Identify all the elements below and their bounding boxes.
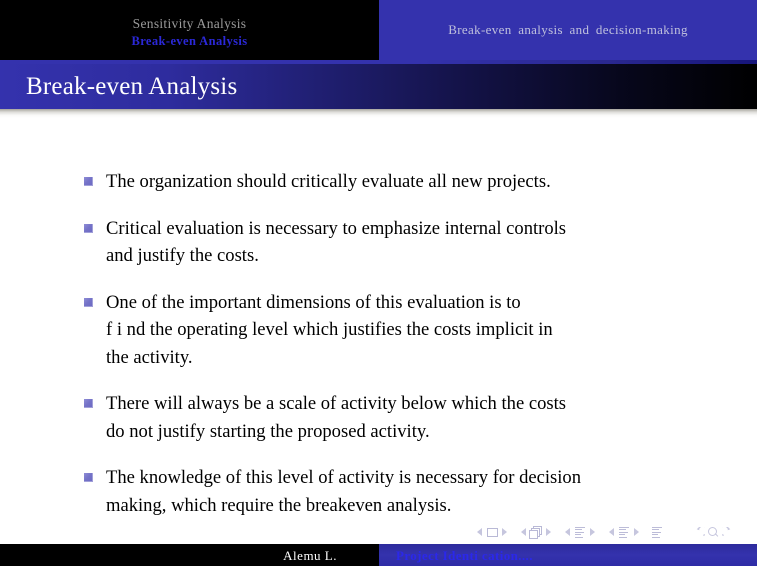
navbar-section-label: Break-even analysis and decision-making — [448, 22, 688, 37]
beamer-navigation-symbols — [474, 523, 749, 541]
bullet-square-icon — [84, 177, 93, 186]
previous-subsection-arrow-icon[interactable] — [565, 528, 570, 536]
bullet-text: The organization should critically evalu… — [106, 171, 551, 192]
list-item: Critical evaluation is necessary to emph… — [84, 215, 694, 270]
bullet-square-icon — [84, 223, 93, 233]
stacked-frames-icon[interactable] — [529, 526, 543, 539]
section-lines-icon[interactable] — [617, 526, 631, 538]
slide-content: The organization should critically evalu… — [0, 118, 757, 516]
subsection-navigation-group — [562, 526, 598, 538]
bullet-text: Critical evaluation is necessary to emph… — [106, 217, 567, 267]
next-section-arrow-icon[interactable] — [634, 528, 639, 536]
history-navigation-group — [692, 526, 735, 538]
previous-subsection-frames-arrow-icon[interactable] — [521, 528, 526, 536]
title-bar-gradient: Break-even Analysis — [0, 64, 757, 109]
page-title: Break-even Analysis — [26, 72, 238, 100]
presentation-navbar: Sensitivity Analysis Break-even Analysis… — [0, 0, 757, 60]
footer-author-label: Alemu L. — [283, 548, 337, 563]
frame-icon[interactable] — [485, 526, 499, 538]
back-arrow-icon[interactable] — [694, 526, 705, 538]
title-bar-shadow — [0, 109, 757, 118]
navbar-section-label: Sensitivity Analysis — [132, 16, 247, 31]
list-item: The organization should critically evalu… — [84, 168, 694, 196]
subsection-frames-navigation-group — [518, 526, 554, 539]
document-navigation-group — [650, 526, 664, 538]
list-item: One of the important dimensions of this … — [84, 289, 694, 372]
list-item: There will always be a scale of activity… — [84, 390, 694, 445]
bullet-square-icon — [84, 399, 93, 408]
bullet-text: There will always be a scale of activity… — [106, 393, 567, 442]
document-lines-icon[interactable] — [650, 526, 664, 538]
bullet-list: The organization should critically evalu… — [84, 168, 694, 538]
bullet-square-icon — [84, 473, 93, 482]
next-frame-arrow-icon[interactable] — [502, 528, 507, 536]
subsection-lines-icon[interactable] — [573, 526, 587, 538]
list-item: The knowledge of this level of activity … — [84, 464, 694, 519]
footer-document-title-label: Project Identi cation.... — [396, 548, 533, 563]
search-icon[interactable] — [708, 526, 719, 538]
bullet-text: The knowledge of this level of activity … — [106, 467, 582, 516]
previous-section-arrow-icon[interactable] — [609, 528, 614, 536]
navbar-subsection-label-active: Break-even Analysis — [131, 34, 248, 48]
bullet-square-icon — [84, 297, 93, 307]
navbar-section-sensitivity-analysis[interactable]: Sensitivity Analysis Break-even Analysis — [0, 0, 379, 60]
bullet-text: One of the important dimensions of this … — [106, 291, 553, 368]
next-subsection-arrow-icon[interactable] — [590, 528, 595, 536]
frame-navigation-group — [474, 526, 510, 538]
slide-title-bar: Break-even Analysis — [0, 60, 757, 109]
footer-document-title-block: Project Identi cation.... — [379, 544, 757, 568]
navbar-section-break-even-decision-making[interactable]: Break-even analysis and decision-making — [379, 0, 757, 60]
forward-arrow-icon[interactable] — [722, 526, 733, 538]
next-subsection-frames-arrow-icon[interactable] — [546, 528, 551, 536]
previous-frame-arrow-icon[interactable] — [477, 528, 482, 536]
slide-footer: Alemu L. Project Identi cation.... — [0, 544, 757, 568]
section-navigation-group — [606, 526, 642, 538]
footer-author-block: Alemu L. — [0, 544, 379, 568]
